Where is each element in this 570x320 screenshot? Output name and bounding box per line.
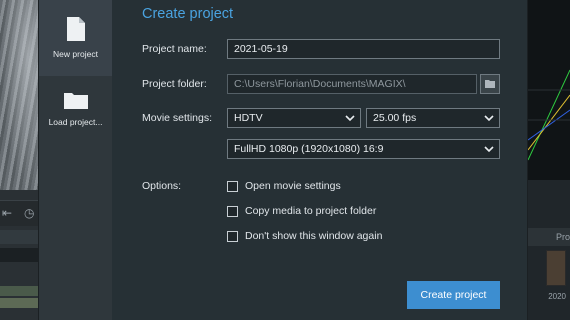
arrow-left-icon: ⇤ xyxy=(2,206,13,220)
checkbox-label: Copy media to project folder xyxy=(245,205,377,217)
checkbox-box[interactable] xyxy=(227,181,238,192)
sidebar-item-load-project[interactable]: Load project... xyxy=(39,80,112,146)
chevron-down-icon xyxy=(484,115,494,122)
dialog-content: Create project Project name: Project fol… xyxy=(112,0,527,320)
video-format-value: HDTV xyxy=(234,112,263,124)
frame-rate-value: 25.00 fps xyxy=(373,112,417,124)
browse-folder-button[interactable] xyxy=(480,74,500,94)
checkbox-box[interactable] xyxy=(227,206,238,217)
background-track xyxy=(0,230,40,244)
background-track xyxy=(0,286,40,296)
folder-icon xyxy=(63,93,88,109)
checkbox-label: Don't show this window again xyxy=(245,230,383,242)
movie-settings-label: Movie settings: xyxy=(142,112,213,124)
video-format-dropdown[interactable]: HDTV xyxy=(227,108,361,128)
resolution-value: FullHD 1080p (1920x1080) 16:9 xyxy=(234,143,384,155)
checkbox-label: Open movie settings xyxy=(245,180,341,192)
dialog-sidebar: New project Load project... xyxy=(39,0,112,320)
folder-icon xyxy=(485,80,495,88)
sidebar-item-label: New project xyxy=(53,49,98,59)
project-name-input[interactable] xyxy=(227,39,500,59)
background-toolbar: ⇤ ◷ xyxy=(0,200,40,226)
background-track xyxy=(0,248,40,262)
scope-graph xyxy=(528,69,570,161)
project-folder-input[interactable]: C:\Users\Florian\Documents\MAGIX\ xyxy=(227,74,477,94)
frame-rate-dropdown[interactable]: 25.00 fps xyxy=(366,108,500,128)
background-track xyxy=(0,298,40,308)
background-preview-image xyxy=(0,0,40,190)
sidebar-item-new-project[interactable]: New project xyxy=(39,0,112,76)
project-name-label: Project name: xyxy=(142,43,207,55)
sidebar-item-label: Load project... xyxy=(48,117,103,127)
dialog-title: Create project xyxy=(142,6,234,22)
chevron-down-icon xyxy=(484,146,494,153)
create-project-dialog: New project Load project... Create proje… xyxy=(38,0,528,320)
clock-icon: ◷ xyxy=(24,206,35,220)
checkbox-box[interactable] xyxy=(227,231,238,242)
background-thumbnail xyxy=(546,250,566,286)
background-tab: Pro xyxy=(528,228,570,246)
create-project-button[interactable]: Create project xyxy=(407,281,500,309)
resolution-dropdown[interactable]: FullHD 1080p (1920x1080) 16:9 xyxy=(227,139,500,159)
background-scope xyxy=(528,0,570,180)
document-icon xyxy=(66,17,85,41)
options-label: Options: xyxy=(142,180,182,192)
background-caption: 2020 xyxy=(548,292,566,301)
background-app-left: ⇤ ◷ xyxy=(0,0,40,320)
background-app-right: Pro 2020 xyxy=(528,0,570,320)
project-folder-label: Project folder: xyxy=(142,78,207,90)
chevron-down-icon xyxy=(345,115,355,122)
